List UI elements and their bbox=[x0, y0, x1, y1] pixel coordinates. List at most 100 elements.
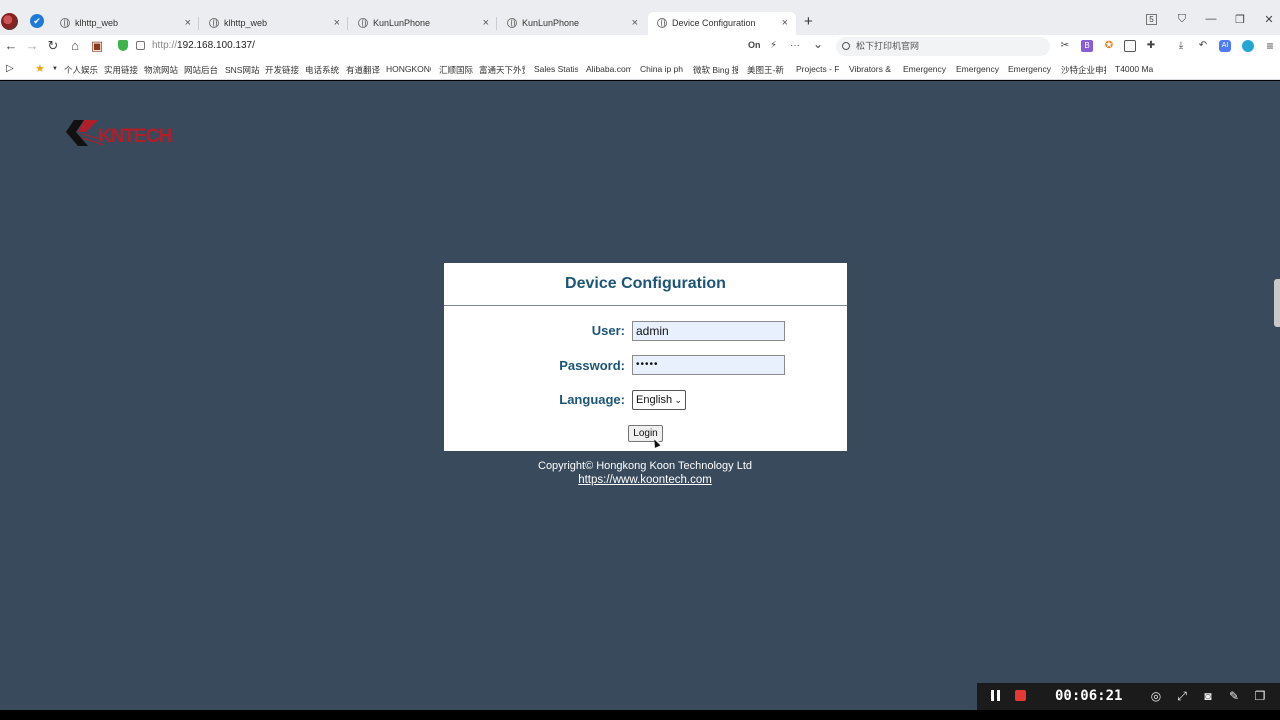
undo-icon[interactable]: ↶ bbox=[1197, 40, 1209, 52]
site-info-icon[interactable] bbox=[136, 41, 145, 50]
logo-text: KNTECH bbox=[98, 126, 172, 147]
home-icon[interactable]: ⌂ bbox=[68, 38, 82, 53]
bookmark-item[interactable]: Alibaba.com bbox=[586, 64, 631, 74]
pen-icon[interactable]: ✎ bbox=[1227, 689, 1241, 703]
bookmark-item[interactable]: Vibrators & bbox=[849, 64, 894, 74]
pinned-tab-icon[interactable]: ✔ bbox=[30, 14, 44, 28]
bookmark-item[interactable]: Projects - F bbox=[796, 64, 841, 74]
pause-icon[interactable] bbox=[991, 690, 1000, 701]
tab-klhttp-web-2[interactable]: klhttp_web × bbox=[200, 12, 348, 35]
bookmark-item[interactable]: 汇顺国际 bbox=[439, 64, 475, 76]
bookmark-item[interactable]: 个人娱乐 bbox=[64, 64, 100, 76]
on-toggle[interactable]: On bbox=[748, 40, 761, 50]
bookmark-star-icon[interactable]: ★ bbox=[35, 62, 45, 75]
tab-label: klhttp_web bbox=[75, 18, 119, 28]
bookmark-item[interactable]: 沙特企业申报 bbox=[1061, 64, 1106, 76]
bookmark-item[interactable]: T4000 Ma bbox=[1115, 64, 1157, 74]
tab-label: klhttp_web bbox=[224, 18, 268, 28]
url-scheme: http:// bbox=[152, 40, 178, 51]
bookmark-item[interactable]: 网站后台 bbox=[184, 64, 221, 76]
tab-klhttp-web-1[interactable]: klhttp_web × bbox=[51, 12, 199, 35]
new-tab-button[interactable]: + bbox=[804, 13, 813, 30]
tab-device-configuration[interactable]: Device Configuration × bbox=[648, 12, 796, 35]
profile-avatar[interactable] bbox=[1, 13, 18, 30]
bookmark-item[interactable]: 开发链接 bbox=[265, 64, 302, 76]
bookmark-item[interactable]: 美图王-新 bbox=[747, 64, 788, 76]
forward-icon[interactable]: → bbox=[25, 38, 39, 53]
chevron-down-icon[interactable]: ⌄ bbox=[813, 37, 823, 51]
tab-label: KunLunPhone bbox=[522, 18, 580, 28]
tab-close-icon[interactable]: × bbox=[334, 12, 340, 34]
minimize-button[interactable]: — bbox=[1204, 13, 1218, 25]
bolt-icon[interactable]: ⚡ bbox=[770, 40, 777, 51]
bookmark-item[interactable]: Sales Statis bbox=[534, 64, 578, 74]
tab-close-icon[interactable]: × bbox=[782, 12, 788, 34]
tab-close-icon[interactable]: × bbox=[483, 12, 489, 34]
tab-close-icon[interactable]: × bbox=[185, 12, 191, 34]
search-box[interactable]: 松下打印机官网 bbox=[836, 37, 1050, 56]
webcam-icon[interactable]: ◎ bbox=[1149, 689, 1163, 703]
user-input[interactable]: admin bbox=[632, 321, 785, 341]
window-mode-icon[interactable]: ❐ bbox=[1253, 689, 1267, 703]
scissors-icon[interactable]: ✂ bbox=[1059, 40, 1071, 52]
extension-bag-icon[interactable]: ▣ bbox=[90, 38, 104, 54]
tab-close-icon[interactable]: × bbox=[632, 12, 638, 34]
tab-kunlunphone-1[interactable]: KunLunPhone × bbox=[349, 12, 497, 35]
restore-button[interactable]: ❐ bbox=[1233, 13, 1247, 26]
window-icon[interactable] bbox=[1124, 40, 1136, 52]
url-host: 192.168.100.137/ bbox=[177, 40, 255, 51]
download-icon[interactable]: ⤓ bbox=[1175, 40, 1187, 52]
language-select[interactable]: English ⌄ bbox=[632, 390, 686, 410]
close-window-button[interactable]: ✕ bbox=[1262, 13, 1276, 26]
shirt-icon[interactable]: ⛉ bbox=[1175, 13, 1189, 26]
tab-kunlunphone-2[interactable]: KunLunPhone × bbox=[498, 12, 646, 35]
sidebar-icon[interactable]: 5 bbox=[1146, 14, 1157, 25]
tab-label: Device Configuration bbox=[672, 18, 756, 28]
copyright-text: Copyright© Hongkong Koon Technology Ltd bbox=[538, 460, 752, 472]
url-field[interactable]: http://192.168.100.137/ bbox=[152, 40, 255, 51]
reload-icon[interactable]: ↻ bbox=[46, 38, 60, 54]
puzzle-icon[interactable]: ✚ bbox=[1145, 40, 1157, 52]
fullscreen-icon[interactable]: ⤢ bbox=[1175, 689, 1189, 704]
menu-icon[interactable]: ≡ bbox=[1264, 40, 1276, 52]
stop-record-icon[interactable] bbox=[1015, 690, 1026, 701]
shield-icon[interactable] bbox=[118, 40, 128, 51]
title-divider bbox=[444, 305, 847, 306]
screen-recorder-toolbar: 00:06:21 ◎ ⤢ ◙ ✎ ❐ bbox=[977, 683, 1280, 710]
password-label: Password: bbox=[559, 358, 625, 373]
globe-icon bbox=[657, 18, 667, 28]
game-icon[interactable]: ✪ bbox=[1103, 40, 1115, 52]
password-input[interactable]: ••••• bbox=[632, 355, 785, 375]
chevron-down-icon[interactable]: ▼ bbox=[52, 66, 58, 72]
side-panel-handle[interactable] bbox=[1274, 279, 1280, 327]
more-icon[interactable]: ··· bbox=[790, 40, 800, 51]
bookmark-item[interactable]: 富通天下外贸 bbox=[479, 64, 525, 76]
bookmark-item[interactable]: 微软 Bing 搜 bbox=[693, 64, 738, 76]
edge-icon[interactable] bbox=[1242, 40, 1254, 52]
globe-icon bbox=[507, 18, 517, 28]
bookmark-item[interactable]: Emergency bbox=[956, 64, 1001, 74]
user-label: User: bbox=[591, 323, 625, 338]
page-title: Device Configuration bbox=[565, 275, 726, 292]
website-link[interactable]: https://www.koontech.com bbox=[0, 474, 1280, 486]
extension-icon[interactable]: B bbox=[1081, 40, 1093, 52]
recording-timer: 00:06:21 bbox=[1055, 688, 1123, 704]
bookmark-item[interactable]: Emergency bbox=[1008, 64, 1053, 74]
back-icon[interactable]: ← bbox=[4, 38, 18, 53]
sidebar-toggle-icon[interactable]: ▷ bbox=[6, 63, 14, 74]
camera-icon[interactable]: ◙ bbox=[1201, 689, 1215, 703]
bookmark-item[interactable]: HONGKONG bbox=[386, 64, 431, 74]
bookmark-item[interactable]: 物流网站 bbox=[144, 64, 181, 76]
bookmark-item[interactable]: Emergency bbox=[903, 64, 948, 74]
bookmark-item[interactable]: 有道翻译 bbox=[346, 64, 383, 76]
search-icon bbox=[842, 42, 850, 50]
bookmark-item[interactable]: 实用链接 bbox=[104, 64, 141, 76]
bookmark-item[interactable]: China ip ph bbox=[640, 64, 685, 74]
bookmark-item[interactable]: SNS网站 bbox=[225, 64, 262, 76]
language-label: Language: bbox=[559, 392, 625, 407]
globe-icon bbox=[60, 18, 70, 28]
bookmark-item[interactable]: 电话系统 bbox=[305, 64, 342, 76]
bookmarks-bar: ▷ ★ ▼ 个人娱乐 实用链接 物流网站 网站后台 SNS网站 开发链接 电话系… bbox=[0, 58, 1280, 80]
ai-icon[interactable]: AI bbox=[1219, 40, 1231, 52]
tab-label: KunLunPhone bbox=[373, 18, 431, 28]
